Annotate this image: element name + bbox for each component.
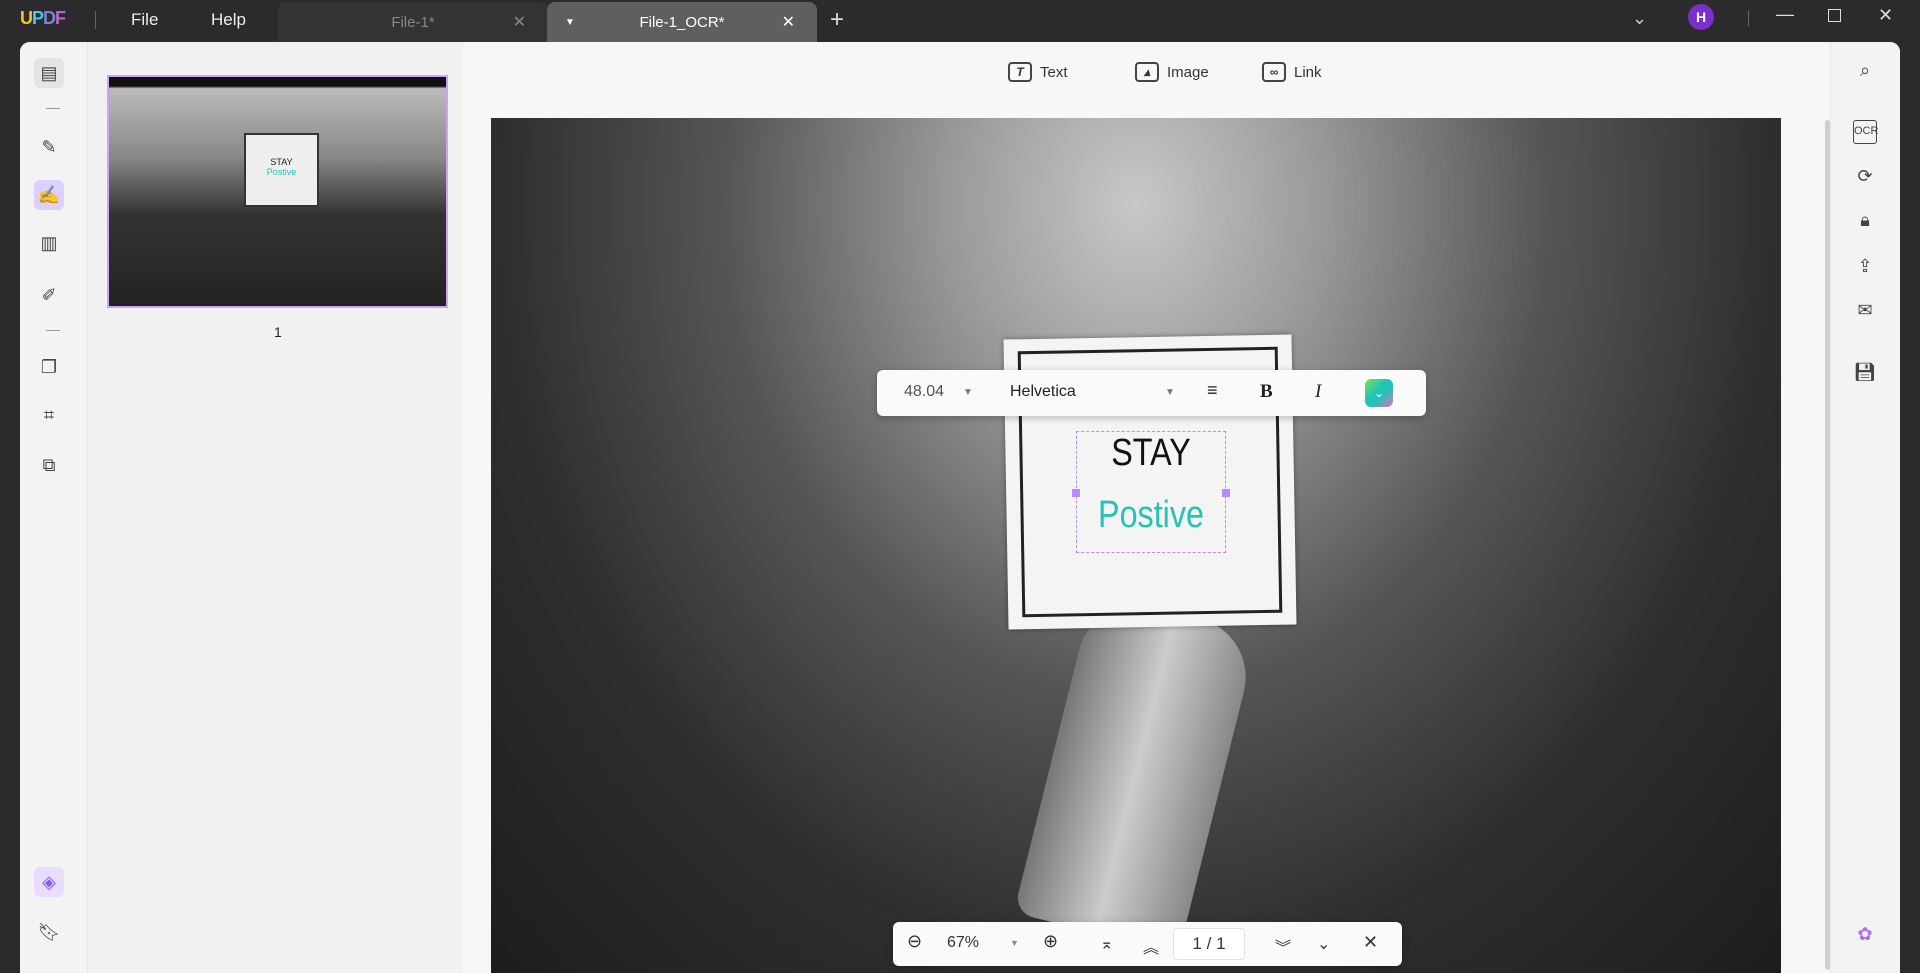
title-bar: UPDF File Help File-1* ✕ ▼ File-1_OCR* ✕ + … (0, 0, 1920, 42)
convert-icon[interactable]: ⟳ (1853, 166, 1877, 190)
minimize-icon[interactable]: — (1776, 4, 1794, 25)
zoom-in-icon[interactable]: ⊕ (1043, 931, 1058, 952)
close-tab-icon[interactable]: ✕ (782, 12, 795, 32)
menu-help[interactable]: Help (211, 10, 246, 30)
chevron-down-icon[interactable]: ⌄ (1632, 8, 1647, 29)
text-postive[interactable]: Postive (1088, 494, 1214, 537)
highlighter-icon[interactable]: ✎ (34, 132, 64, 162)
thumbnail-page-number: 1 (274, 324, 282, 340)
next-page-icon[interactable]: ︾ (1275, 934, 1291, 958)
bookmark-icon[interactable]: 🔖︎ (34, 917, 64, 947)
maximize-icon[interactable] (1828, 9, 1841, 22)
layers-icon[interactable]: ◈ (34, 867, 64, 897)
italic-button[interactable]: I (1315, 381, 1321, 403)
add-text-button[interactable]: T Text (1008, 62, 1068, 82)
search-icon[interactable]: ⌕ (1853, 60, 1877, 84)
bold-button[interactable]: B (1260, 381, 1273, 403)
email-icon[interactable]: ✉ (1853, 300, 1877, 324)
new-tab-icon[interactable]: + (830, 6, 844, 34)
last-page-icon[interactable]: ⌄ (1317, 934, 1330, 954)
avatar[interactable]: H (1688, 4, 1714, 30)
close-window-icon[interactable]: ✕ (1878, 5, 1893, 26)
hand-image (1013, 592, 1259, 954)
previous-page-icon[interactable]: ︽ (1143, 934, 1159, 958)
add-image-button[interactable]: ▴ Image (1135, 62, 1209, 82)
image-icon: ▴ (1135, 62, 1159, 82)
page-number-input[interactable]: 1 / 1 (1173, 928, 1245, 960)
form-icon[interactable]: ✐ (34, 280, 64, 310)
zoom-dropdown-icon[interactable]: ▼ (1010, 938, 1019, 948)
font-size-select[interactable]: 48.04 (904, 383, 944, 401)
ocr-icon[interactable]: OCR (1853, 120, 1878, 144)
app-body: ▤ ✎ ✍ ▥ ✐ ❐ ⌗ ⧉ ◈ 🔖︎ STAY Postive 1 T Text… (20, 42, 1900, 973)
tab-label: File-1* (391, 13, 435, 31)
tool-label: Link (1294, 63, 1322, 81)
text-format-toolbar: 48.04 ▼ Helvetica ▼ ≡ B I ⌄ (877, 370, 1426, 416)
zoom-out-icon[interactable]: ⊖ (907, 931, 922, 952)
page-navigation-bar: ⊖ 67% ▼ ⊕ ⌅ ︽ 1 / 1 ︾ ⌄ ✕ (893, 922, 1402, 966)
save-icon[interactable]: 💾︎ (1853, 362, 1877, 386)
updf-logo: UPDF (20, 8, 66, 28)
thumb-text-postive: Postive (266, 167, 297, 177)
tab-file-1[interactable]: File-1* ✕ (278, 2, 548, 42)
share-icon[interactable]: ⇪ (1853, 256, 1877, 280)
text-stay[interactable]: STAY (1088, 432, 1214, 475)
reader-icon[interactable]: ▤ (34, 58, 64, 88)
thumbnail-panel: STAY Postive 1 (88, 42, 463, 973)
page-layout-icon[interactable]: ▥ (34, 228, 64, 258)
close-tab-icon[interactable]: ✕ (513, 12, 526, 32)
pdf-page: STAY Postive 48.04 ▼ Helvetica ▼ ≡ B I ⌄… (491, 118, 1781, 973)
font-dropdown-icon[interactable]: ▼ (1165, 387, 1175, 398)
text-icon: T (1008, 62, 1032, 82)
tool-label: Text (1040, 63, 1068, 81)
thumb-text-stay: STAY (270, 157, 293, 167)
organize-pages-icon[interactable]: ❐ (34, 352, 64, 382)
right-toolbar: ⌕ OCR ⟳ 🔒︎ ⇪ ✉ 💾︎ ✿ (1830, 42, 1900, 973)
tab-file-1-ocr[interactable]: ▼ File-1_OCR* ✕ (547, 2, 817, 42)
page-thumbnail[interactable]: STAY Postive (107, 75, 448, 308)
tab-dropdown-icon[interactable]: ▼ (565, 17, 575, 28)
ai-assistant-icon[interactable]: ✿ (1853, 924, 1877, 948)
tool-label: Image (1167, 63, 1209, 81)
left-toolbar: ▤ ✎ ✍ ▥ ✐ ❐ ⌗ ⧉ ◈ 🔖︎ (20, 42, 88, 973)
align-center-icon[interactable]: ≡ (1207, 380, 1218, 401)
font-family-select[interactable]: Helvetica (1010, 383, 1076, 401)
text-box-selected[interactable]: STAY Postive (1072, 431, 1230, 553)
add-link-button[interactable]: ∞ Link (1262, 62, 1322, 82)
close-navigation-icon[interactable]: ✕ (1363, 932, 1378, 953)
tab-label: File-1_OCR* (639, 13, 725, 31)
crop-icon[interactable]: ⌗ (34, 400, 64, 430)
document-area: T Text ▴ Image ∞ Link STAY Postive 48.04 ▼ … (463, 42, 1830, 973)
text-color-picker[interactable]: ⌄ (1365, 379, 1393, 407)
menu-file[interactable]: File (131, 10, 158, 30)
zoom-level-select[interactable]: 67% (947, 934, 979, 952)
font-size-dropdown-icon[interactable]: ▼ (963, 387, 973, 398)
watermark-icon[interactable]: ⧉ (34, 450, 64, 480)
protect-icon[interactable]: 🔒︎ (1853, 210, 1877, 234)
link-icon: ∞ (1262, 62, 1286, 82)
first-page-icon[interactable]: ⌅ (1100, 934, 1113, 954)
edit-pdf-icon[interactable]: ✍ (34, 180, 64, 210)
